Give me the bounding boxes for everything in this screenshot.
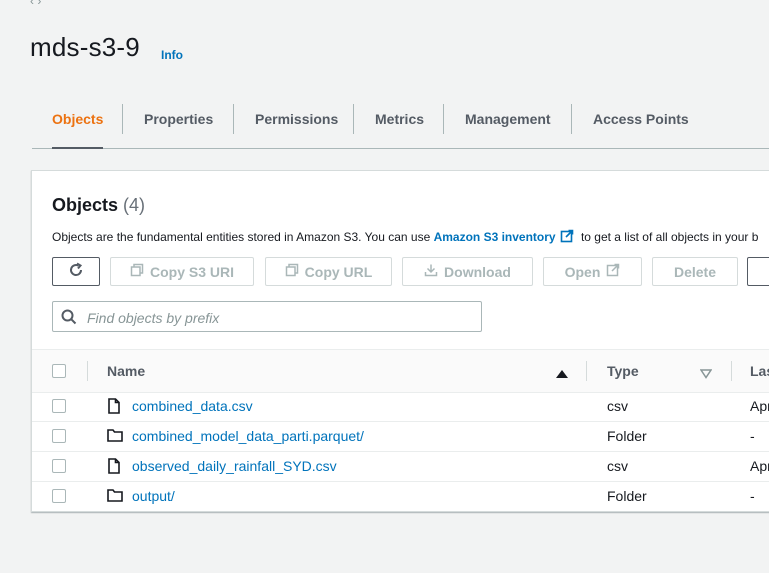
- download-label: Download: [444, 263, 511, 280]
- breadcrumb-remnant: ‹ ›: [30, 0, 42, 8]
- object-name-link[interactable]: combined_data.csv: [132, 391, 253, 421]
- tab-management[interactable]: Management: [465, 104, 551, 148]
- object-last-modified: Apr: [750, 398, 769, 414]
- column-header-type[interactable]: Type: [607, 350, 639, 392]
- folder-icon: [107, 488, 123, 505]
- column-divider: [731, 361, 732, 381]
- refresh-icon: [68, 262, 84, 281]
- download-button[interactable]: Download: [402, 257, 533, 286]
- object-name-link[interactable]: observed_daily_rainfall_SYD.csv: [132, 451, 337, 481]
- copy-icon: [285, 263, 299, 280]
- external-link-icon[interactable]: [560, 229, 574, 246]
- copy-url-button[interactable]: Copy URL: [265, 257, 392, 286]
- object-type: Folder: [607, 428, 647, 444]
- objects-heading: Objects (4): [52, 195, 145, 216]
- delete-button[interactable]: Delete: [652, 257, 738, 286]
- tab-divider: [233, 104, 234, 134]
- actions-button[interactable]: [747, 257, 769, 286]
- delete-label: Delete: [673, 263, 717, 280]
- object-last-modified: -: [750, 488, 755, 504]
- objects-title: Objects: [52, 195, 119, 215]
- table-header: Name Type Las: [32, 349, 769, 393]
- tab-divider: [122, 104, 123, 134]
- select-all-checkbox[interactable]: [52, 364, 66, 378]
- download-icon: [424, 263, 438, 280]
- object-last-modified: -: [750, 428, 755, 444]
- copy-s3-uri-label: Copy S3 URI: [149, 263, 234, 280]
- tab-permissions[interactable]: Permissions: [255, 104, 338, 148]
- row-checkbox[interactable]: [52, 459, 66, 473]
- tab-divider: [443, 104, 444, 134]
- objects-panel: Objects (4) Objects are the fundamental …: [31, 170, 769, 512]
- object-type: csv: [607, 458, 628, 474]
- copy-icon: [130, 263, 144, 280]
- description-text-end: to get a list of all objects in your b: [577, 230, 759, 244]
- copy-s3-uri-button[interactable]: Copy S3 URI: [110, 257, 254, 286]
- column-header-name[interactable]: Name: [107, 350, 145, 392]
- column-header-last-modified[interactable]: Las: [750, 350, 769, 392]
- search-input[interactable]: [85, 306, 479, 330]
- tab-access-points[interactable]: Access Points: [593, 104, 689, 148]
- object-name-link[interactable]: output/: [132, 481, 175, 511]
- file-icon: [107, 458, 121, 477]
- tab-objects[interactable]: Objects: [52, 104, 104, 149]
- open-button[interactable]: Open: [543, 257, 642, 286]
- external-link-icon: [606, 263, 620, 280]
- info-link[interactable]: Info: [161, 48, 183, 62]
- tab-divider: [571, 104, 572, 134]
- table-row[interactable]: combined_model_data_parti.parquet/ Folde…: [32, 421, 769, 452]
- copy-url-label: Copy URL: [304, 263, 373, 280]
- search-box[interactable]: [52, 301, 482, 332]
- file-icon: [107, 398, 121, 417]
- table-row[interactable]: combined_data.csv csv Apr: [32, 391, 769, 422]
- table-row[interactable]: output/ Folder -: [32, 481, 769, 511]
- row-checkbox[interactable]: [52, 429, 66, 443]
- row-checkbox[interactable]: [52, 399, 66, 413]
- tab-bar: Objects Properties Permissions Metrics M…: [32, 104, 769, 149]
- description-text: Objects are the fundamental entities sto…: [52, 230, 434, 244]
- refresh-button[interactable]: [52, 257, 100, 286]
- tab-properties[interactable]: Properties: [144, 104, 213, 148]
- column-divider: [87, 361, 88, 381]
- tab-divider: [353, 104, 354, 134]
- inventory-link[interactable]: Amazon S3 inventory: [434, 230, 556, 244]
- column-divider: [586, 361, 587, 381]
- objects-count: (4): [123, 195, 146, 215]
- row-checkbox[interactable]: [52, 489, 66, 503]
- table-row[interactable]: observed_daily_rainfall_SYD.csv csv Apr: [32, 451, 769, 482]
- object-last-modified: Apr: [750, 458, 769, 474]
- sort-ascending-icon[interactable]: [556, 366, 568, 384]
- objects-description: Objects are the fundamental entities sto…: [52, 229, 758, 246]
- open-label: Open: [564, 263, 601, 280]
- object-type: csv: [607, 398, 628, 414]
- folder-icon: [107, 428, 123, 445]
- tab-metrics[interactable]: Metrics: [375, 104, 424, 148]
- object-type: Folder: [607, 488, 647, 504]
- page-title: mds-s3-9: [30, 32, 140, 62]
- search-icon: [61, 309, 77, 330]
- object-name-link[interactable]: combined_model_data_parti.parquet/: [132, 421, 364, 451]
- sort-icon[interactable]: [699, 366, 713, 384]
